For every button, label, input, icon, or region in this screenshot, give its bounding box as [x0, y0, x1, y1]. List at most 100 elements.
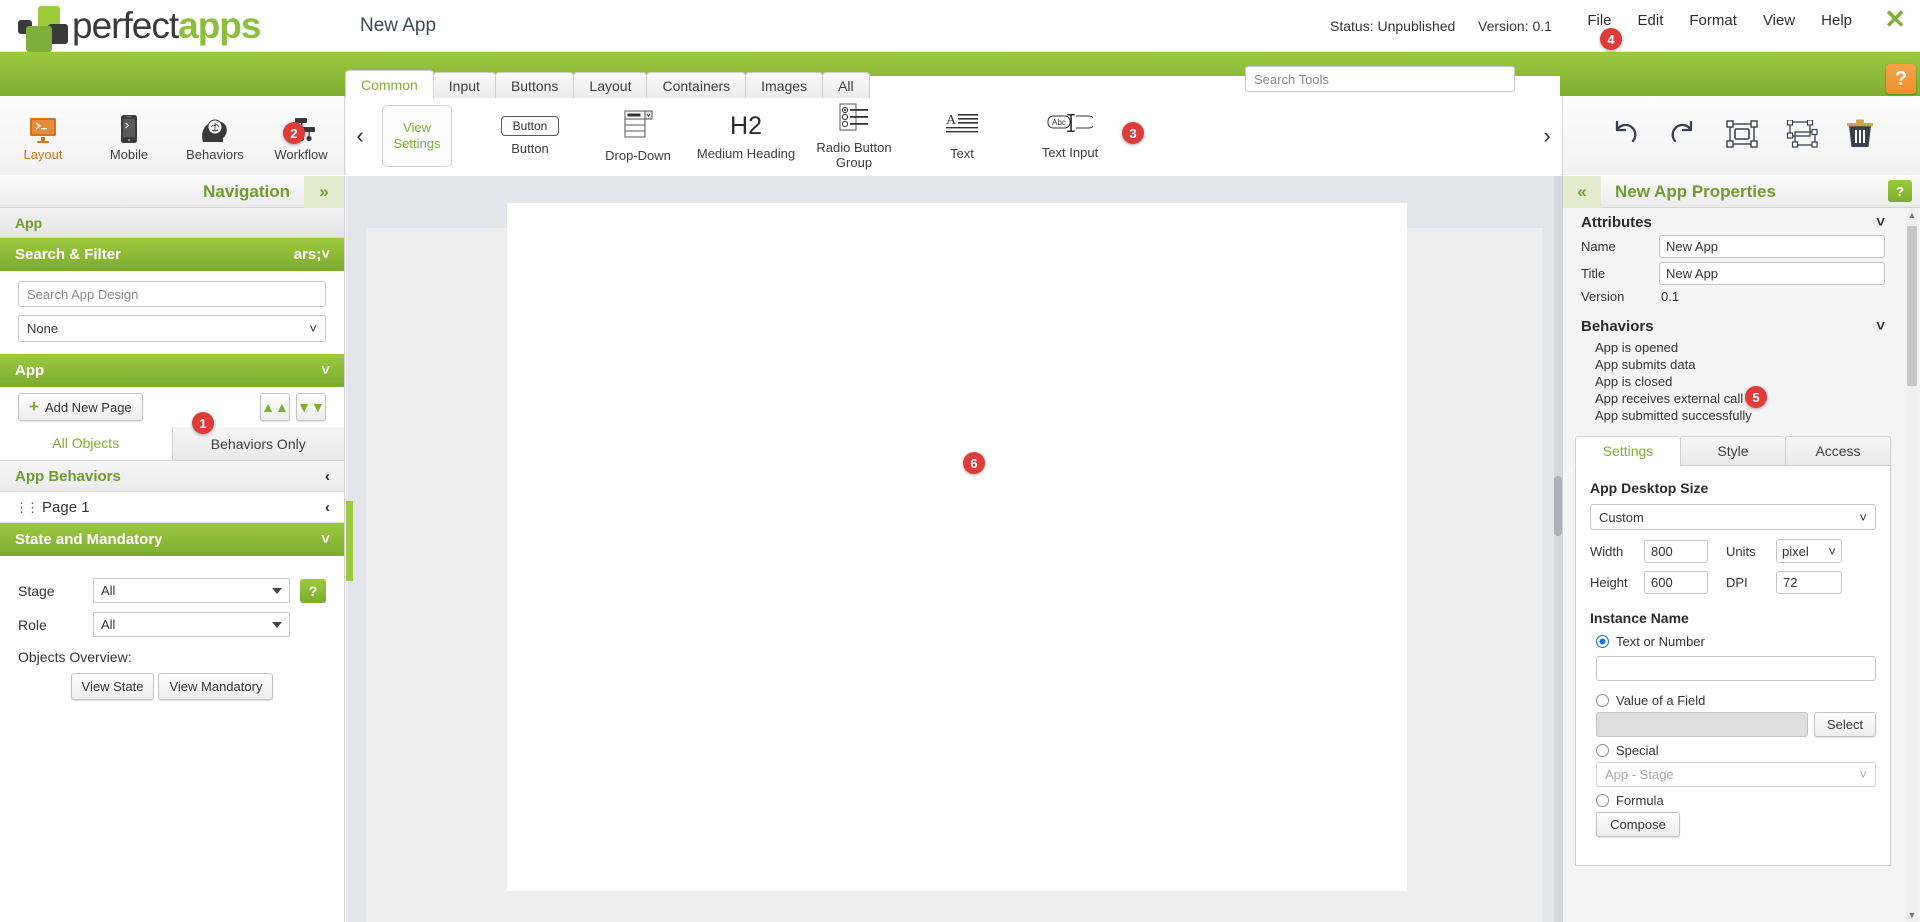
units-select[interactable]: pixel ˅: [1776, 539, 1842, 563]
behavior-item-app-opened[interactable]: App is opened: [1563, 339, 1903, 356]
tool-text-input[interactable]: Abc Text Input: [1016, 102, 1124, 170]
tools-scroll-left-icon[interactable]: ‹: [346, 96, 374, 175]
help-button[interactable]: ?: [1886, 64, 1916, 94]
canvas-workspace[interactable]: [366, 203, 1542, 922]
select-all-icon[interactable]: [1725, 120, 1758, 151]
option-text-or-number[interactable]: Text or Number: [1596, 634, 1876, 649]
behavior-item-app-closed[interactable]: App is closed: [1563, 373, 1903, 390]
collapse-all-icon[interactable]: ▲▲: [260, 393, 290, 421]
delete-icon[interactable]: [1846, 119, 1874, 152]
chevron-down-icon[interactable]: ˅: [321, 531, 330, 548]
search-app-design-input[interactable]: [18, 281, 326, 307]
group-select-icon[interactable]: [1786, 119, 1818, 151]
tree-item-app-behaviors[interactable]: App Behaviors ‹: [0, 461, 344, 492]
tool-medium-heading[interactable]: H2 Medium Heading: [692, 102, 800, 170]
view-state-button[interactable]: View State: [70, 673, 155, 700]
filter-select[interactable]: None ˅: [18, 315, 326, 342]
mode-behaviors[interactable]: Behaviors: [183, 110, 247, 162]
select-field-button[interactable]: Select: [1814, 712, 1876, 737]
menu-item-file[interactable]: File: [1587, 12, 1611, 29]
tab-settings[interactable]: Settings: [1575, 436, 1680, 466]
attributes-section-header[interactable]: Attributes ˅: [1563, 208, 1903, 235]
width-input[interactable]: [1644, 539, 1708, 563]
option-formula[interactable]: Formula: [1596, 793, 1876, 808]
tool-radio-button-group[interactable]: Radio Button Group: [800, 102, 908, 170]
behavior-item-app-external-call[interactable]: App receives external call: [1563, 390, 1903, 407]
app-section-header[interactable]: App ˅: [0, 354, 344, 387]
behavior-item-app-submits-data[interactable]: App submits data: [1563, 356, 1903, 373]
special-select[interactable]: App - Stage ˅: [1596, 762, 1876, 787]
tools-scroll-right-icon[interactable]: ›: [1533, 96, 1561, 175]
tab-all-objects[interactable]: All Objects: [0, 427, 173, 460]
add-new-page-button[interactable]: + Add New Page: [18, 393, 143, 421]
tab-buttons[interactable]: Buttons: [494, 72, 575, 98]
canvas-scrollbar[interactable]: [1554, 176, 1562, 922]
tool-button[interactable]: Button Button: [476, 102, 584, 170]
perfect-apps-logo-icon[interactable]: [18, 6, 68, 52]
option-value-of-field[interactable]: Value of a Field: [1596, 693, 1876, 708]
tab-common[interactable]: Common: [345, 70, 434, 98]
tool-dropdown[interactable]: Drop-Down: [584, 102, 692, 170]
attribute-input-name[interactable]: [1659, 235, 1885, 258]
tool-text[interactable]: A Text: [908, 102, 1016, 170]
properties-collapse-icon[interactable]: «: [1563, 176, 1601, 208]
compose-button[interactable]: Compose: [1596, 812, 1680, 837]
size-preset-select[interactable]: Custom ˅: [1590, 504, 1876, 530]
search-tools-box[interactable]: [1245, 66, 1515, 92]
behavior-item-app-submitted-successfully[interactable]: App submitted successfully: [1563, 407, 1903, 424]
properties-scrollbar[interactable]: ▲ ▼: [1906, 208, 1918, 922]
view-mandatory-button[interactable]: View Mandatory: [158, 673, 274, 700]
menu-item-edit[interactable]: Edit: [1638, 12, 1664, 29]
tab-containers[interactable]: Containers: [646, 72, 747, 98]
state-help-button[interactable]: ?: [300, 578, 326, 603]
expand-all-icon[interactable]: ▼▼: [296, 393, 326, 421]
menu-item-help[interactable]: Help: [1821, 12, 1852, 29]
tree-item-page-1[interactable]: ⋮⋮ Page 1 ‹: [0, 492, 344, 523]
role-select[interactable]: All: [93, 612, 290, 637]
radio-text-or-number[interactable]: [1596, 635, 1609, 648]
chevron-left-icon[interactable]: ‹: [325, 468, 330, 485]
menu-item-format[interactable]: Format: [1689, 12, 1737, 29]
tab-input[interactable]: Input: [432, 72, 496, 98]
mode-layout[interactable]: Layout: [11, 110, 75, 162]
redo-icon[interactable]: [1668, 119, 1698, 152]
properties-help-button[interactable]: ?: [1888, 180, 1912, 202]
instance-text-input[interactable]: [1596, 656, 1876, 681]
chevron-down-icon[interactable]: ˅: [1876, 214, 1885, 231]
option-special[interactable]: Special: [1596, 743, 1876, 758]
page-sheet[interactable]: [507, 203, 1407, 891]
height-input[interactable]: [1644, 571, 1708, 594]
tab-layout[interactable]: Layout: [573, 72, 648, 98]
view-settings-button[interactable]: View Settings: [382, 104, 452, 167]
stage-select[interactable]: All: [93, 578, 290, 603]
mode-mobile[interactable]: Mobile: [97, 110, 161, 162]
chevron-down-icon[interactable]: ˅: [321, 362, 330, 379]
chevron-down-icon[interactable]: ˅: [1876, 318, 1885, 335]
behaviors-section-header[interactable]: Behaviors ˅: [1563, 312, 1903, 339]
monitor-icon: [11, 110, 75, 144]
chevron-down-icon[interactable]: ars;˅: [294, 246, 330, 263]
radio-formula[interactable]: [1596, 794, 1609, 807]
tab-all[interactable]: All: [822, 72, 870, 98]
design-canvas[interactable]: [346, 176, 1562, 922]
menu-item-view[interactable]: View: [1763, 12, 1795, 29]
chevron-left-icon[interactable]: ‹: [325, 499, 330, 516]
tab-images[interactable]: Images: [745, 72, 824, 98]
close-icon[interactable]: ✕: [1884, 6, 1906, 32]
tab-style[interactable]: Style: [1680, 436, 1785, 466]
scroll-down-icon[interactable]: ▼: [1906, 908, 1918, 922]
dpi-input[interactable]: [1776, 571, 1842, 594]
search-tools-input[interactable]: [1246, 67, 1514, 91]
canvas-scrollbar-thumb[interactable]: [1554, 476, 1562, 536]
search-filter-header[interactable]: Search & Filter ars;˅: [0, 238, 344, 271]
radio-special[interactable]: [1596, 744, 1609, 757]
attribute-input-title[interactable]: [1659, 262, 1885, 285]
navigation-collapse-icon[interactable]: »: [304, 176, 344, 208]
properties-scrollbar-thumb[interactable]: [1907, 226, 1917, 386]
scroll-up-icon[interactable]: ▲: [1906, 208, 1918, 222]
state-mandatory-header[interactable]: State and Mandatory ˅: [0, 523, 344, 556]
tab-access[interactable]: Access: [1785, 436, 1891, 466]
undo-icon[interactable]: [1610, 119, 1640, 152]
radio-value-of-field[interactable]: [1596, 694, 1609, 707]
drag-handle-icon[interactable]: ⋮⋮: [15, 500, 39, 515]
